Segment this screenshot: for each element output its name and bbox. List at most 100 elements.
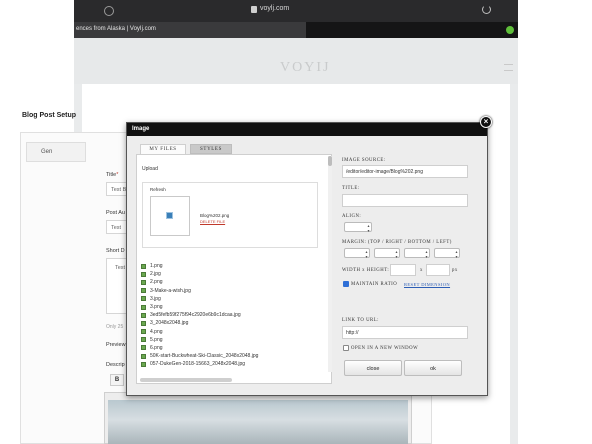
bold-button[interactable]: B xyxy=(110,374,124,386)
file-name: 3.png xyxy=(150,304,163,311)
file-list-item[interactable]: 5.png xyxy=(141,336,327,344)
title-label: Title* xyxy=(106,172,118,178)
image-file-icon xyxy=(141,353,146,359)
image-source-input[interactable]: /editor/editor-image/Blog%202.png xyxy=(342,165,468,178)
image-file-icon xyxy=(141,271,146,277)
image-file-icon xyxy=(141,304,146,310)
height-input[interactable] xyxy=(426,264,450,276)
file-list-item[interactable]: 3.jpg xyxy=(141,295,327,303)
lock-icon xyxy=(251,6,257,13)
char-limit-note: Only 25 xyxy=(106,324,124,330)
image-file-icon xyxy=(141,263,146,269)
file-name: 3.jpg xyxy=(150,295,161,302)
file-name: 5.png xyxy=(150,336,163,343)
image-file-icon xyxy=(141,329,146,335)
image-file-icon xyxy=(141,296,146,302)
title-field-label: TITLE: xyxy=(342,186,360,191)
file-list-hscrollbar[interactable] xyxy=(140,378,232,382)
file-name: 6.png xyxy=(150,344,163,351)
width-input[interactable] xyxy=(390,264,416,276)
image-source-label: IMAGE SOURCE: xyxy=(342,158,386,163)
file-list-item[interactable]: 3.png xyxy=(141,303,327,311)
required-marker: * xyxy=(116,172,119,178)
dialog-header: Image xyxy=(127,123,487,136)
file-list-item[interactable]: 3ed5fefb59f275f94c2920e6b9c1dcaa.jpg xyxy=(141,311,327,319)
browser-tab-title: ences from Alaska | VoyIj.com xyxy=(76,26,156,32)
file-name: 50K-start-Buckwheat-Ski-Classic_2048x204… xyxy=(150,353,259,360)
image-file-icon xyxy=(141,337,146,343)
tab-general[interactable]: Gen xyxy=(26,142,86,162)
file-name: 057-DukeGen-2018-15663_2048x2048.jpg xyxy=(150,361,246,368)
title-field-input[interactable] xyxy=(342,194,468,207)
file-list-item[interactable]: 6.png xyxy=(141,344,327,352)
close-icon[interactable]: × xyxy=(480,116,492,128)
reload-icon[interactable] xyxy=(482,5,491,14)
file-list-item[interactable]: 2.jpg xyxy=(141,270,327,278)
width-height-label: WIDTH x HEIGHT: xyxy=(342,268,390,273)
image-file-icon xyxy=(141,345,146,351)
file-list: 1.png 2.jpg 2.png 3-Make-a-wish.jpg 3.jpg 3.p… xyxy=(141,262,327,374)
editor-image[interactable] xyxy=(108,400,408,444)
file-list-item[interactable]: 3_2048x2048.jpg xyxy=(141,319,327,327)
file-list-item[interactable]: 3-Make-a-wish.jpg xyxy=(141,287,327,295)
file-list-item[interactable]: 50K-start-Buckwheat-Ski-Classic_2048x204… xyxy=(141,352,327,360)
file-list-scrollbar[interactable] xyxy=(328,156,332,372)
thumbnail-filename: Blog%202.png xyxy=(200,213,230,218)
image-file-icon xyxy=(141,279,146,285)
align-select[interactable] xyxy=(344,222,372,233)
upload-link[interactable]: Upload xyxy=(142,166,158,172)
image-file-icon xyxy=(141,320,146,326)
page-title: Blog Post Setup xyxy=(22,112,77,119)
dialog-title: Image xyxy=(132,126,150,132)
file-name: 3-Make-a-wish.jpg xyxy=(150,287,191,294)
short-description-label: Short D xyxy=(106,248,125,254)
link-url-label: LINK TO URL: xyxy=(342,318,380,323)
file-list-item[interactable]: 057-DukeGen-2018-15663_2048x2048.jpg xyxy=(141,360,327,368)
reset-dimension-link[interactable]: RESET DIMENSION xyxy=(404,282,450,287)
privacy-shield-icon[interactable] xyxy=(104,6,114,16)
px-unit: px xyxy=(452,268,458,273)
tab-bar: ences from Alaska | VoyIj.com xyxy=(74,22,518,38)
refresh-link[interactable]: Refresh xyxy=(150,187,166,192)
margin-top-select[interactable] xyxy=(344,248,370,259)
browser-tab-active[interactable]: ences from Alaska | VoyIj.com xyxy=(74,22,306,38)
maintain-ratio-checkbox[interactable] xyxy=(343,281,349,287)
file-name: 3_2048x2048.jpg xyxy=(150,320,189,327)
extension-icon[interactable] xyxy=(506,26,514,34)
image-file-icon xyxy=(166,212,173,219)
outer-frame-right xyxy=(518,0,592,444)
file-name: 2.jpg xyxy=(150,271,161,278)
hamburger-menu-icon[interactable] xyxy=(504,64,513,71)
ok-button[interactable]: ok xyxy=(404,360,462,376)
browser-tab-inactive[interactable] xyxy=(306,22,518,38)
file-list-item[interactable]: 1.png xyxy=(141,262,327,270)
open-new-window-checkbox[interactable] xyxy=(343,345,349,351)
dimension-separator: x xyxy=(420,268,423,273)
margin-right-select[interactable] xyxy=(374,248,400,259)
description-label: Descrip xyxy=(106,362,125,368)
image-file-icon xyxy=(141,288,146,294)
align-label: ALIGN: xyxy=(342,214,362,219)
file-name: 2.png xyxy=(150,279,163,286)
file-name: 1.png xyxy=(150,263,163,270)
margin-bottom-select[interactable] xyxy=(404,248,430,259)
close-button[interactable]: close xyxy=(344,360,402,376)
title-label-text: Title xyxy=(106,172,117,178)
post-author-label: Post Au xyxy=(106,210,125,216)
link-url-input[interactable]: http:// xyxy=(342,326,468,339)
file-list-scroll-thumb[interactable] xyxy=(328,156,332,166)
tab-my-files[interactable]: MY FILES xyxy=(140,144,186,154)
tab-styles[interactable]: STYLES xyxy=(190,144,232,154)
site-header: VOYIJ xyxy=(74,38,518,84)
address-bar[interactable]: voylj.com xyxy=(260,5,289,12)
margin-left-select[interactable] xyxy=(434,248,460,259)
preview-label: Preview xyxy=(106,342,126,348)
file-list-item[interactable]: 2.png xyxy=(141,278,327,286)
delete-file-link[interactable]: DELETE FILE xyxy=(200,219,225,224)
open-new-window-label: OPEN IN A NEW WINDOW xyxy=(351,346,419,351)
maintain-ratio-label: MAINTAIN RATIO xyxy=(351,282,398,287)
file-list-item[interactable]: 4.png xyxy=(141,328,327,336)
file-name: 4.png xyxy=(150,328,163,335)
site-logo[interactable]: VOYIJ xyxy=(280,60,330,76)
browser-toolbar: voylj.com xyxy=(74,0,518,22)
